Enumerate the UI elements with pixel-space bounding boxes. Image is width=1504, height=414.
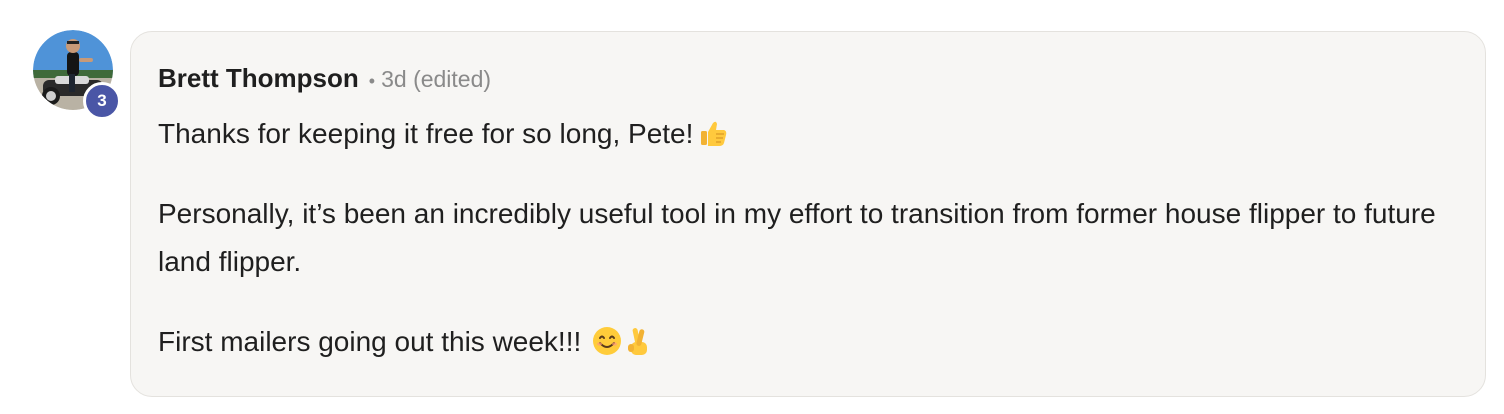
- edited-label: (edited): [413, 66, 492, 92]
- level-badge: 3: [83, 82, 121, 120]
- comment-bubble: Brett Thompson • 3d (edited) Thanks for …: [130, 31, 1486, 397]
- comment-paragraph: Personally, it’s been an incredibly usef…: [158, 190, 1458, 286]
- comment-header: Brett Thompson • 3d (edited): [158, 63, 491, 94]
- avatar-container[interactable]: 3: [33, 30, 121, 120]
- meta-separator: •: [368, 71, 376, 91]
- comment-item: 3 Brett Thompson • 3d (edited) Thanks fo…: [0, 0, 1504, 414]
- comment-text-3: First mailers going out this week!!!: [158, 326, 582, 357]
- thumbs-up-icon: [701, 121, 727, 146]
- crossed-fingers-icon: [628, 328, 648, 355]
- comment-text-1: Thanks for keeping it free for so long, …: [158, 118, 694, 149]
- author-name[interactable]: Brett Thompson: [158, 63, 359, 94]
- comment-paragraph: First mailers going out this week!!!: [158, 318, 1458, 366]
- comment-text-2: Personally, it’s been an incredibly usef…: [158, 198, 1436, 277]
- comment-paragraph: Thanks for keeping it free for so long, …: [158, 110, 1458, 158]
- timestamp: 3d: [381, 66, 407, 92]
- comment-body: Thanks for keeping it free for so long, …: [158, 110, 1458, 366]
- smiling-face-icon: [593, 327, 622, 355]
